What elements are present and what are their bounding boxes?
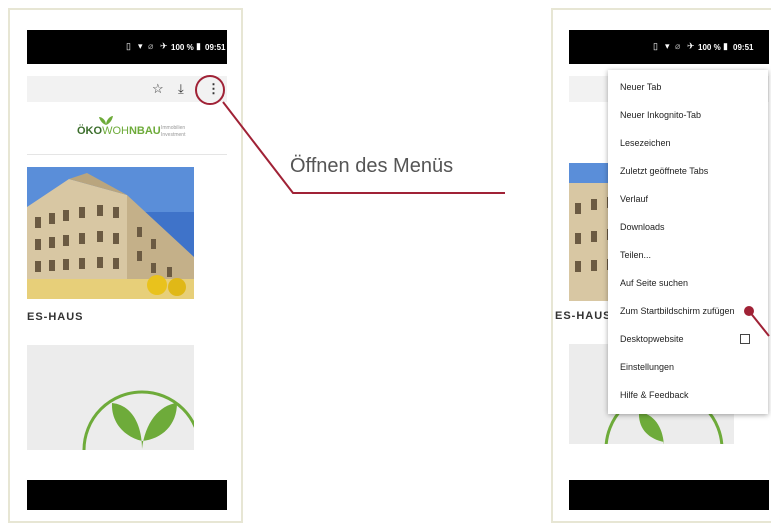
menu-item-share[interactable]: Teilen... [620,250,651,260]
callout-label: Öffnen des Menüs [290,155,454,177]
menu-item-desktop-site[interactable]: Desktopwebsite [620,334,684,344]
wifi-icon: ▾ [665,41,670,51]
navigation-bar [569,480,769,510]
phone-screenshot-right: ▯ ▾ ⌀ ✈ 100 % ▮ 09:51 ES-HAUS Neuer Tab … [551,8,771,523]
menu-item-bookmarks[interactable]: Lesezeichen [620,138,671,148]
menu-item-incognito-tab[interactable]: Neuer Inkognito-Tab [620,110,701,120]
menu-item-recent-tabs[interactable]: Zuletzt geöffnete Tabs [620,166,708,176]
browser-overflow-menu: Neuer Tab Neuer Inkognito-Tab Lesezeiche… [608,70,768,414]
battery-icon: ▮ [723,41,728,51]
menu-item-downloads[interactable]: Downloads [620,222,665,232]
battery-level: 100 % [698,43,721,52]
menu-item-help-feedback[interactable]: Hilfe & Feedback [620,390,689,400]
no-sim-icon: ⌀ [675,41,681,51]
airplane-icon: ✈ [687,41,695,51]
building-title-partial: ES-HAUS [555,310,612,322]
vibrate-icon: ▯ [653,41,658,51]
menu-item-find-in-page[interactable]: Auf Seite suchen [620,278,688,288]
status-time: 09:51 [733,43,754,52]
menu-item-add-to-homescreen[interactable]: Zum Startbildschirm zufügen [620,306,735,316]
status-bar: ▯ ▾ ⌀ ✈ 100 % ▮ 09:51 [569,30,769,64]
menu-item-new-tab[interactable]: Neuer Tab [620,82,661,92]
menu-item-settings[interactable]: Einstellungen [620,362,674,372]
menu-item-history[interactable]: Verlauf [620,194,648,204]
highlight-connector-line [749,310,770,337]
